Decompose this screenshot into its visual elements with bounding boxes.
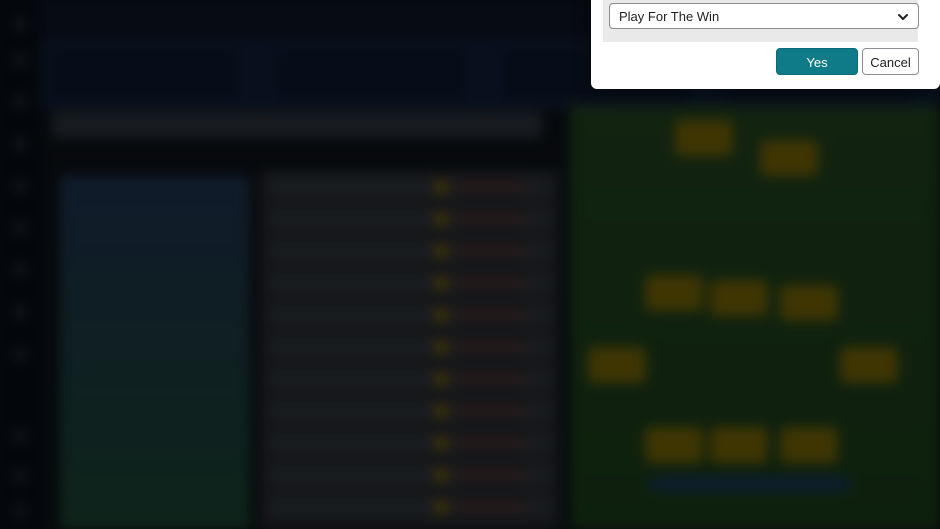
cancel-button[interactable]: Cancel [862, 48, 919, 75]
mentality-select[interactable]: Play For The Win [609, 3, 919, 29]
tactic-dialog: Play For The Win Yes Cancel [591, 0, 940, 89]
mentality-select-value: Play For The Win [619, 9, 720, 24]
yes-button[interactable]: Yes [776, 48, 858, 75]
chevron-down-icon [898, 14, 908, 20]
